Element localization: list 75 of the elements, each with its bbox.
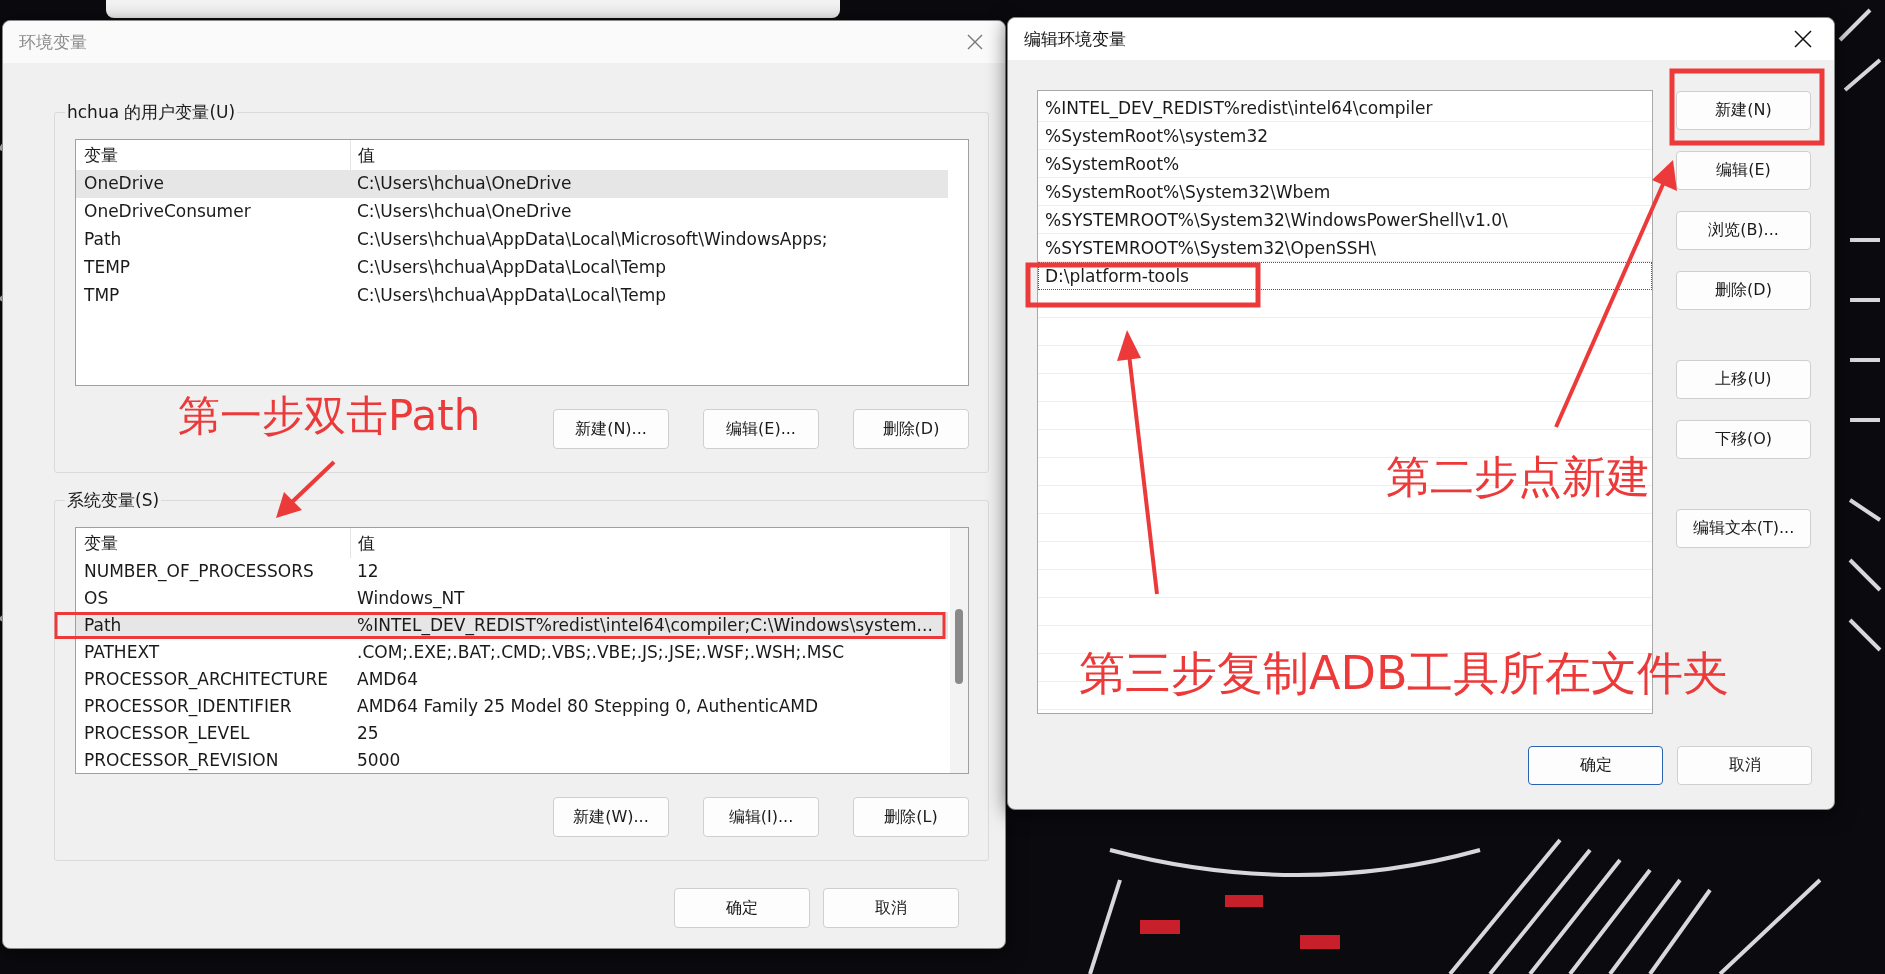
variable-row[interactable]: OneDriveConsumer C:\Users\hchua\OneDrive xyxy=(76,198,948,226)
close-icon[interactable] xyxy=(1794,30,1812,48)
variable-row[interactable]: OS Windows_NT xyxy=(76,585,948,612)
variable-value: 25 xyxy=(356,724,379,743)
path-entry[interactable]: %SYSTEMROOT%\System32\WindowsPowerShell\v1.0\ xyxy=(1038,206,1652,234)
dialog-button[interactable]: 编辑文本(T)... xyxy=(1676,509,1811,548)
window-title: 编辑环境变量 xyxy=(1024,27,1126,51)
variable-name: NUMBER_OF_PROCESSORS xyxy=(83,562,315,581)
variable-name: PROCESSOR_LEVEL xyxy=(83,724,251,743)
variable-value: C:\Users\hchua\AppData\Local\Temp xyxy=(356,287,667,305)
variable-name: PROCESSOR_REVISION xyxy=(83,751,280,770)
path-entry[interactable]: %SystemRoot% xyxy=(1038,150,1652,178)
dialog-button[interactable]: 编辑(I)... xyxy=(703,797,819,837)
variable-row[interactable]: TEMP C:\Users\hchua\AppData\Local\Temp xyxy=(76,254,948,282)
variable-row[interactable]: TMP C:\Users\hchua\AppData\Local\Temp xyxy=(76,282,948,310)
variable-name: PATHEXT xyxy=(83,643,161,662)
column-header[interactable]: 值 xyxy=(351,140,375,170)
dialog-button[interactable]: 新建(W)... xyxy=(553,797,669,837)
variable-row[interactable]: PROCESSOR_ARCHITECTURE AMD64 xyxy=(76,666,948,693)
variable-row[interactable]: NUMBER_OF_PROCESSORS 12 xyxy=(76,558,948,585)
group-label: hchua 的用户变量(U) xyxy=(65,101,238,124)
dialog-button[interactable]: 新建(N)... xyxy=(553,409,669,449)
path-entry[interactable]: %SystemRoot%\system32 xyxy=(1038,122,1652,150)
path-entry[interactable]: D:\platform-tools xyxy=(1038,262,1652,290)
variable-name: OneDriveConsumer xyxy=(83,203,252,221)
window-title: 环境变量 xyxy=(19,30,87,54)
variable-value: AMD64 xyxy=(356,670,419,689)
dialog-button[interactable]: 浏览(B)... xyxy=(1676,211,1811,250)
variable-value: C:\Users\hchua\OneDrive xyxy=(356,175,572,193)
annotation-text: 第三步复制ADB工具所在文件夹 xyxy=(1079,650,1730,696)
dialog-button[interactable]: 新建(N) xyxy=(1676,91,1811,130)
group-label: 系统变量(S) xyxy=(65,489,162,512)
dialog-button[interactable]: 取消 xyxy=(1677,746,1812,785)
variable-value: C:\Users\hchua\AppData\Local\Microsoft\WindowsApps; xyxy=(356,231,828,249)
variable-name: PROCESSOR_ARCHITECTURE xyxy=(83,670,329,689)
variable-value: C:\Users\hchua\OneDrive xyxy=(356,203,572,221)
dialog-button[interactable]: 编辑(E) xyxy=(1676,151,1811,190)
annotation-text: 第一步双击Path xyxy=(178,395,481,437)
variable-name: TEMP xyxy=(83,259,132,277)
path-entry[interactable]: %SystemRoot%\System32\Wbem xyxy=(1038,178,1652,206)
variable-row[interactable]: OneDrive C:\Users\hchua\OneDrive xyxy=(76,170,948,198)
variable-row[interactable]: PROCESSOR_IDENTIFIER AMD64 Family 25 Model 80 Stepping 0, AuthenticAMD xyxy=(76,693,948,720)
dialog-button[interactable]: 编辑(E)... xyxy=(703,409,819,449)
column-header[interactable]: 变量 xyxy=(76,528,351,558)
dialog-button[interactable]: 删除(L) xyxy=(853,797,969,837)
dialog-button[interactable]: 取消 xyxy=(823,888,959,928)
variable-name: Path xyxy=(83,231,123,249)
variable-row[interactable]: PATHEXT .COM;.EXE;.BAT;.CMD;.VBS;.VBE;.JS;.JSE;.WSF;.WSH;.MSC xyxy=(76,639,948,666)
variable-value: AMD64 Family 25 Model 80 Stepping 0, AuthenticAMD xyxy=(356,697,819,716)
scrollbar[interactable] xyxy=(950,528,968,773)
variable-value: 12 xyxy=(356,562,379,581)
path-entry[interactable]: %SYSTEMROOT%\System32\OpenSSH\ xyxy=(1038,234,1652,262)
variable-name: Path xyxy=(83,616,123,635)
variable-value: .COM;.EXE;.BAT;.CMD;.VBS;.VBE;.JS;.JSE;.WSF;.WSH;.MSC xyxy=(356,643,844,662)
dialog-button[interactable]: 下移(O) xyxy=(1676,420,1811,459)
variable-value: C:\Users\hchua\AppData\Local\Temp xyxy=(356,259,667,277)
variable-name: PROCESSOR_IDENTIFIER xyxy=(83,697,293,716)
variable-row[interactable]: PROCESSOR_REVISION 5000 xyxy=(76,747,948,773)
dialog-button[interactable]: 确定 xyxy=(1528,746,1663,785)
variable-name: OneDrive xyxy=(83,175,165,193)
variable-value: Windows_NT xyxy=(356,589,465,608)
variable-value: 5000 xyxy=(356,751,401,770)
path-entry[interactable]: %INTEL_DEV_REDIST%redist\intel64\compiler xyxy=(1038,94,1652,122)
variable-name: TMP xyxy=(83,287,121,305)
annotation-arrow xyxy=(276,460,336,518)
dialog-button[interactable]: 删除(D) xyxy=(1676,271,1811,310)
dialog-button[interactable]: 删除(D) xyxy=(853,409,969,449)
variable-row[interactable]: Path C:\Users\hchua\AppData\Local\Microsoft\WindowsApps; xyxy=(76,226,948,254)
annotation-text: 第二步点新建 xyxy=(1386,455,1650,499)
dialog-button[interactable]: 上移(U) xyxy=(1676,360,1811,399)
dialog-button[interactable]: 确定 xyxy=(674,888,810,928)
variable-row[interactable]: PROCESSOR_LEVEL 25 xyxy=(76,720,948,747)
variable-name: OS xyxy=(83,589,110,608)
variable-value: %INTEL_DEV_REDIST%redist\intel64\compiler;C:\Windows\system... xyxy=(356,616,933,635)
column-header[interactable]: 值 xyxy=(351,528,375,558)
